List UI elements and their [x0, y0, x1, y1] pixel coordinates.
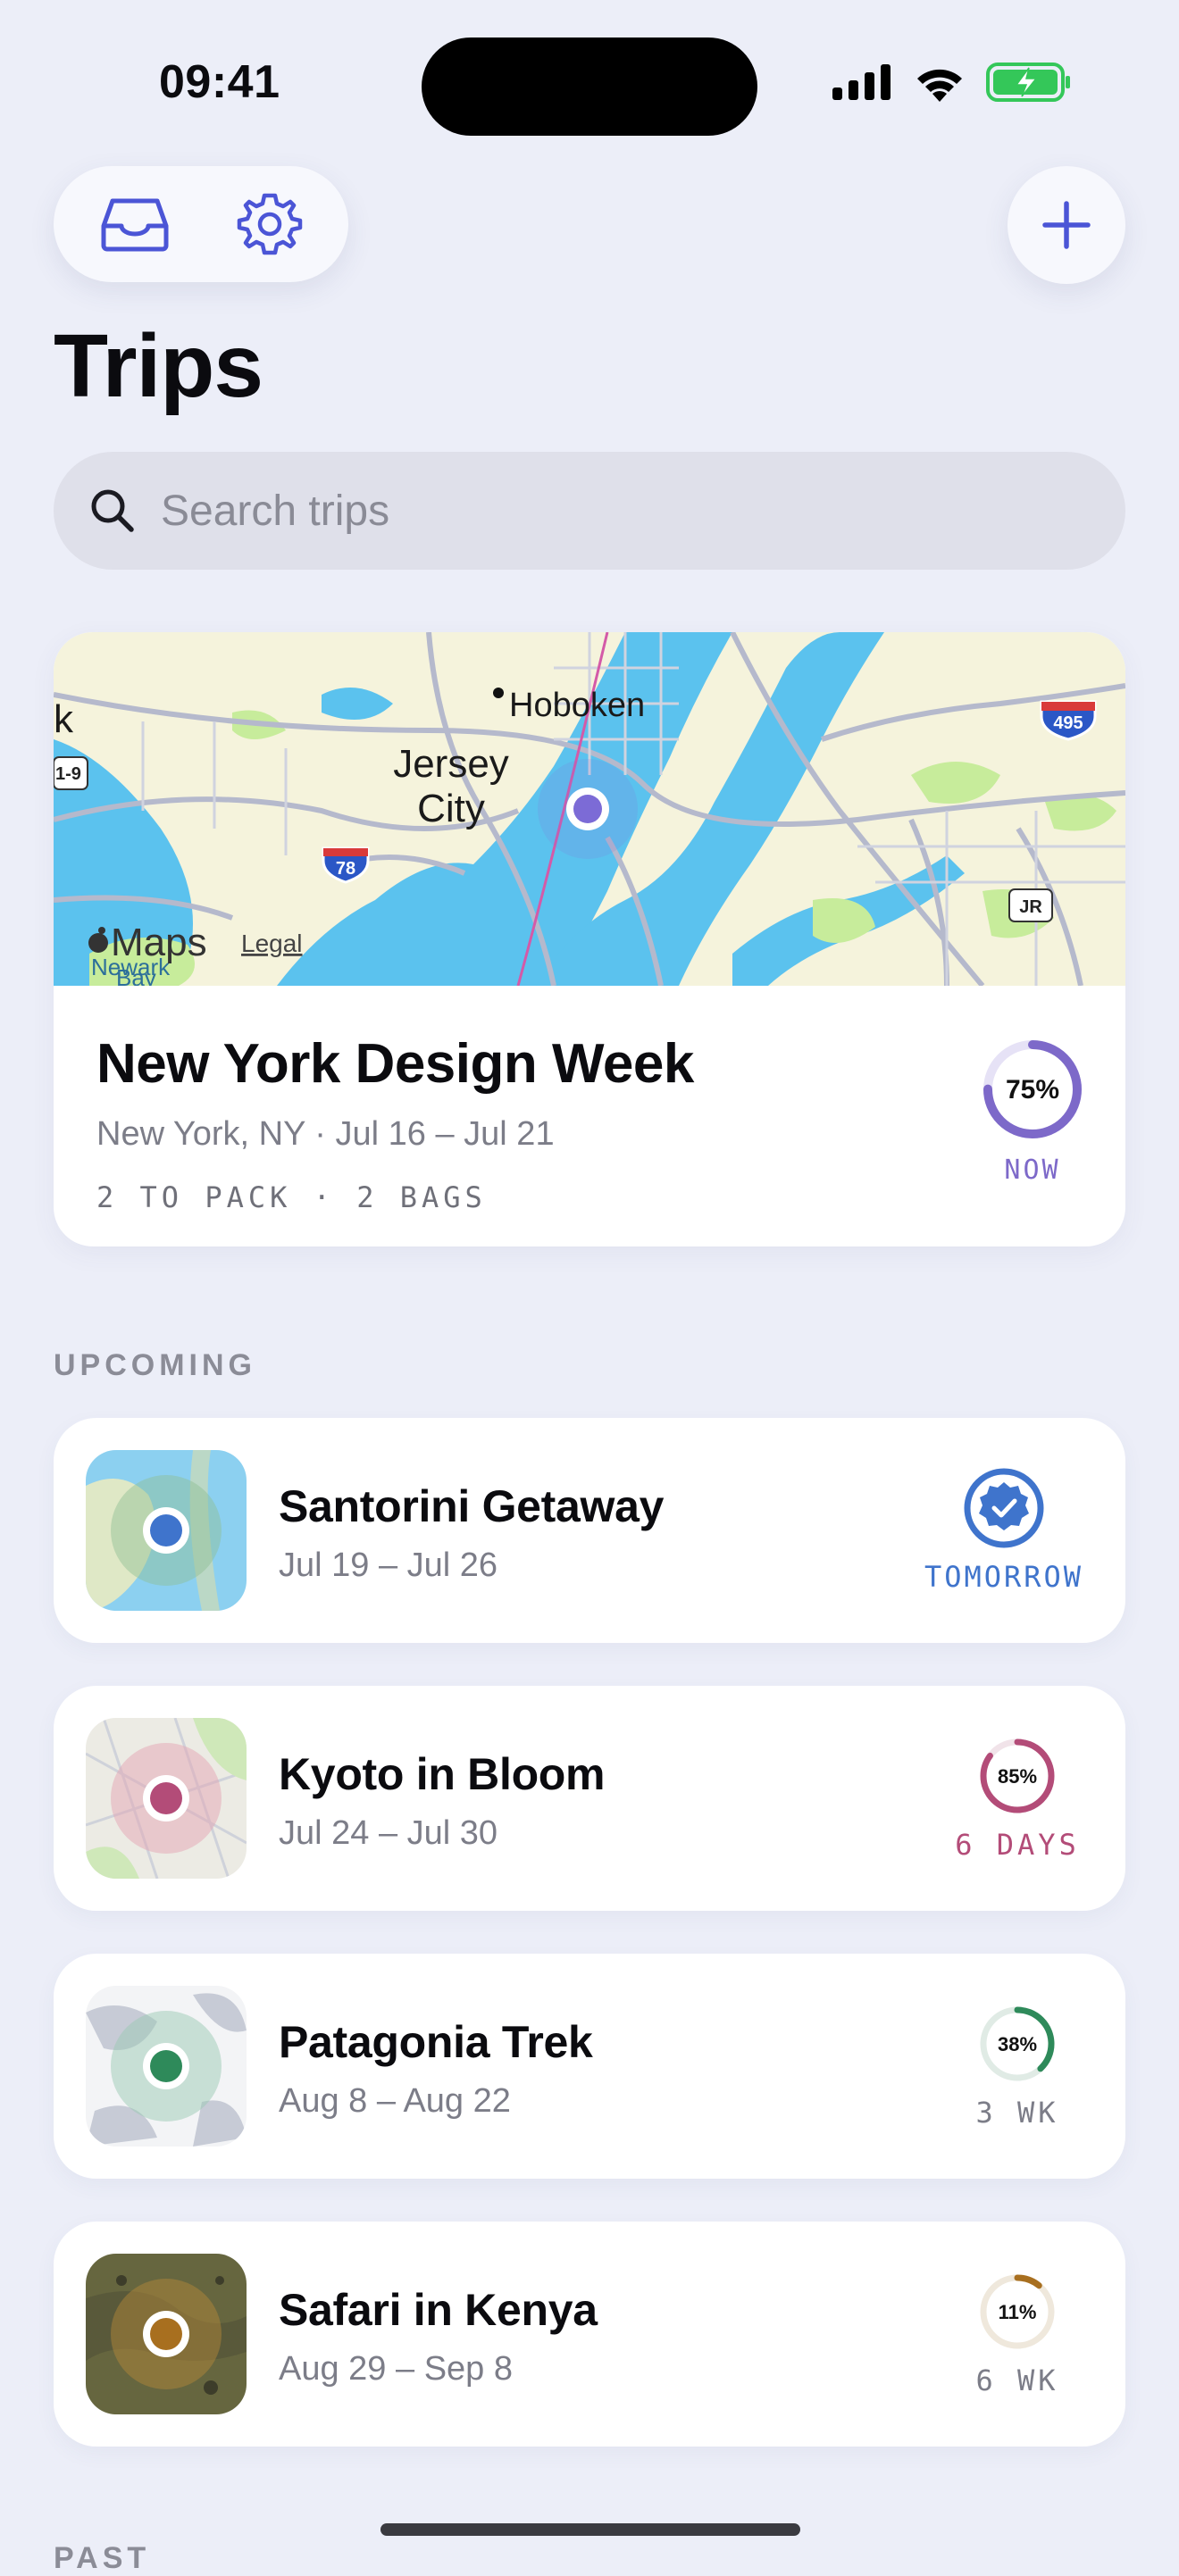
trip-thumbnail [86, 1450, 247, 1611]
featured-details: New York Design Week New York, NY · Jul … [96, 1032, 694, 1214]
section-label-upcoming: UPCOMING [54, 1348, 256, 1382]
trip-status-label: 6 WK [975, 2363, 1059, 2397]
progress-label: 38% [998, 2033, 1037, 2055]
progress-ring: 75% [983, 1040, 1082, 1138]
trip-thumbnail [86, 2254, 247, 2414]
trip-dates: Jul 24 – Jul 30 [279, 1814, 498, 1852]
progress-ring: 85% [980, 1738, 1055, 1813]
status-icons [832, 63, 1072, 102]
map-label: Bay [116, 964, 156, 986]
trip-row[interactable]: Kyoto in Bloom Jul 24 – Jul 30 85% 6 DAY… [54, 1686, 1125, 1911]
trip-info: Kyoto in Bloom Jul 24 – Jul 30 [279, 1748, 606, 1853]
progress-label: 85% [998, 1765, 1037, 1788]
trip-map[interactable]: 495 78 1-9 JR Hoboken Jersey City k Newa… [54, 632, 1125, 986]
search-icon [91, 489, 134, 532]
progress-ring: 38% [980, 2006, 1055, 2081]
map-label: 495 [1053, 713, 1083, 733]
map-label: JR [1019, 897, 1042, 917]
home-indicator[interactable] [380, 2523, 800, 2536]
trip-status: 11% 6 WK [941, 2272, 1093, 2397]
trip-thumbnail [86, 1986, 247, 2147]
trip-title: Safari in Kenya [279, 2285, 598, 2335]
verified-check-icon [964, 1468, 1044, 1548]
map-legal-link: Legal [241, 930, 303, 957]
trip-info: Patagonia Trek Aug 8 – Aug 22 [279, 2016, 593, 2121]
trip-row[interactable]: Safari in Kenya Aug 29 – Sep 8 11% 6 WK [54, 2222, 1125, 2447]
featured-trip-subtitle: New York, NY · Jul 16 – Jul 21 [96, 1115, 555, 1153]
map-label: 1-9 [55, 764, 81, 784]
wifi-icon [917, 69, 962, 102]
featured-trip-meta: 2 TO PACK · 2 BAGS [96, 1180, 487, 1214]
battery-charging-icon [986, 63, 1070, 102]
tray-icon[interactable] [98, 196, 171, 253]
status-time: 09:41 [159, 56, 280, 108]
featured-progress: 75% NOW [979, 1036, 1086, 1186]
trip-dates: Jul 19 – Jul 26 [279, 1546, 498, 1584]
progress-label: 75% [1006, 1075, 1059, 1105]
progress-label: 11% [999, 2301, 1037, 2323]
dynamic-island [422, 38, 757, 136]
map-label: Maps [111, 921, 207, 964]
map-label: Jersey [393, 742, 509, 786]
search-bar[interactable] [54, 452, 1125, 570]
featured-trip-title: New York Design Week [96, 1033, 694, 1095]
progress-ring: 11% [980, 2274, 1055, 2349]
trip-info: Santorini Getaway Jul 19 – Jul 26 [279, 1480, 664, 1585]
trip-status-label: TOMORROW [924, 1560, 1084, 1594]
trip-title: Patagonia Trek [279, 2017, 593, 2067]
trip-status: 85% 6 DAYS [941, 1736, 1093, 1862]
featured-status: NOW [1004, 1155, 1061, 1186]
trip-status: 38% 3 WK [941, 2004, 1093, 2130]
trip-info: Safari in Kenya Aug 29 – Sep 8 [279, 2284, 598, 2388]
trip-status-label: 6 DAYS [955, 1828, 1080, 1862]
featured-trip-card[interactable]: 495 78 1-9 JR Hoboken Jersey City k Newa… [54, 632, 1125, 1246]
map-label: Hoboken [509, 687, 645, 724]
trip-dates: Aug 8 – Aug 22 [279, 2082, 511, 2120]
trip-status-label: 3 WK [975, 2096, 1059, 2130]
trip-thumbnail [86, 1718, 247, 1879]
map-label: 78 [336, 859, 355, 879]
map-label: City [417, 787, 485, 830]
trip-row[interactable]: Patagonia Trek Aug 8 – Aug 22 38% 3 WK [54, 1954, 1125, 2179]
add-trip-button[interactable] [1008, 166, 1125, 284]
plus-icon [1042, 201, 1091, 249]
trip-title: Kyoto in Bloom [279, 1749, 606, 1799]
toolbar-pill [54, 166, 348, 282]
trip-title: Santorini Getaway [279, 1481, 665, 1531]
map-label: k [54, 697, 74, 741]
trip-row[interactable]: Santorini Getaway Jul 19 – Jul 26 TOMORR… [54, 1418, 1125, 1643]
trip-dates: Aug 29 – Sep 8 [279, 2350, 513, 2388]
cellular-signal-icon [832, 64, 891, 100]
search-input[interactable] [159, 485, 1056, 537]
gear-icon[interactable] [236, 190, 304, 258]
trip-status: TOMORROW [915, 1468, 1093, 1594]
page-title: Trips [54, 316, 263, 416]
section-label-past: PAST [54, 2541, 151, 2575]
